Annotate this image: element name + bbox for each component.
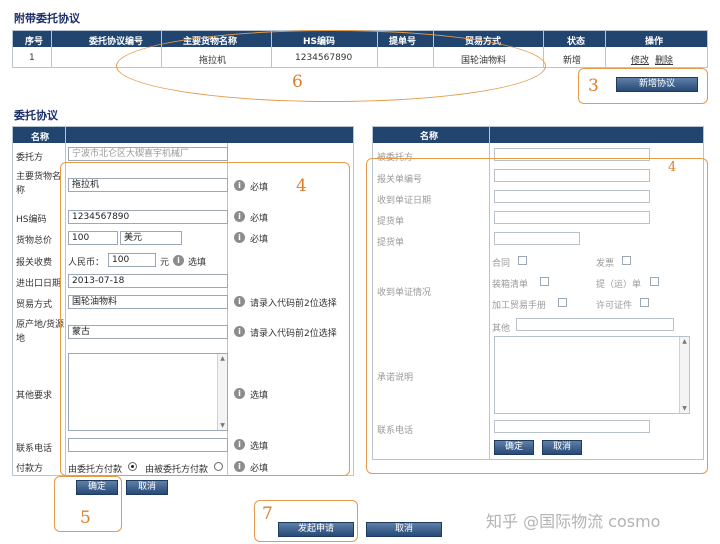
row-status: 新增 bbox=[563, 56, 582, 66]
th-actions: 操作 bbox=[645, 37, 664, 47]
th-seq: 序号 bbox=[25, 37, 44, 47]
annotation-number-4-left: 4 bbox=[296, 176, 307, 196]
th-status: 状态 bbox=[567, 37, 586, 47]
ie-date-label: 进出口日期 bbox=[16, 279, 62, 289]
row-delete-link[interactable]: 删除 bbox=[655, 53, 673, 66]
client-input[interactable]: 宁波市北仑区大碶喜宇机械厂 bbox=[68, 147, 228, 161]
row-edit-link[interactable]: 修改 bbox=[631, 53, 649, 66]
origin-label: 原产地/货源地 bbox=[16, 320, 65, 344]
annotation-ellipse-6 bbox=[116, 30, 546, 102]
attached-section-title: 附带委托协议 bbox=[14, 12, 80, 25]
th-agreement-no: 委托协议编号 bbox=[89, 37, 144, 47]
annotation-number-3: 3 bbox=[588, 76, 599, 96]
other-label: 其他要求 bbox=[16, 391, 53, 401]
annotation-box-4-right bbox=[366, 158, 708, 474]
left-panel-header bbox=[13, 127, 353, 143]
total-label: 货物总价 bbox=[16, 236, 53, 246]
row-seq: 1 bbox=[29, 53, 35, 63]
pay-label: 付款方 bbox=[16, 464, 44, 474]
left-header-name: 名称 bbox=[31, 133, 50, 143]
fee-label: 报关收费 bbox=[16, 258, 53, 268]
phone-label: 联系电话 bbox=[16, 444, 53, 454]
trade-label: 贸易方式 bbox=[16, 300, 53, 310]
watermark-text: 知乎 @国际物流 cosmo bbox=[486, 512, 661, 531]
annotation-number-6: 6 bbox=[292, 72, 303, 92]
left-cancel-button[interactable]: 取消 bbox=[126, 480, 168, 495]
annotation-number-4-right: 4 bbox=[668, 160, 677, 175]
bottom-cancel-button[interactable]: 取消 bbox=[366, 522, 442, 537]
annotation-number-5: 5 bbox=[80, 508, 91, 528]
right-header-name: 名称 bbox=[420, 132, 439, 142]
hs-label: HS编码 bbox=[16, 215, 47, 225]
annotation-box-4-left bbox=[60, 162, 350, 476]
client-label: 委托方 bbox=[16, 153, 44, 163]
agreement-section-title: 委托协议 bbox=[14, 109, 58, 122]
annotation-number-7: 7 bbox=[262, 504, 273, 524]
goods-label: 主要货物名称 bbox=[16, 172, 62, 196]
